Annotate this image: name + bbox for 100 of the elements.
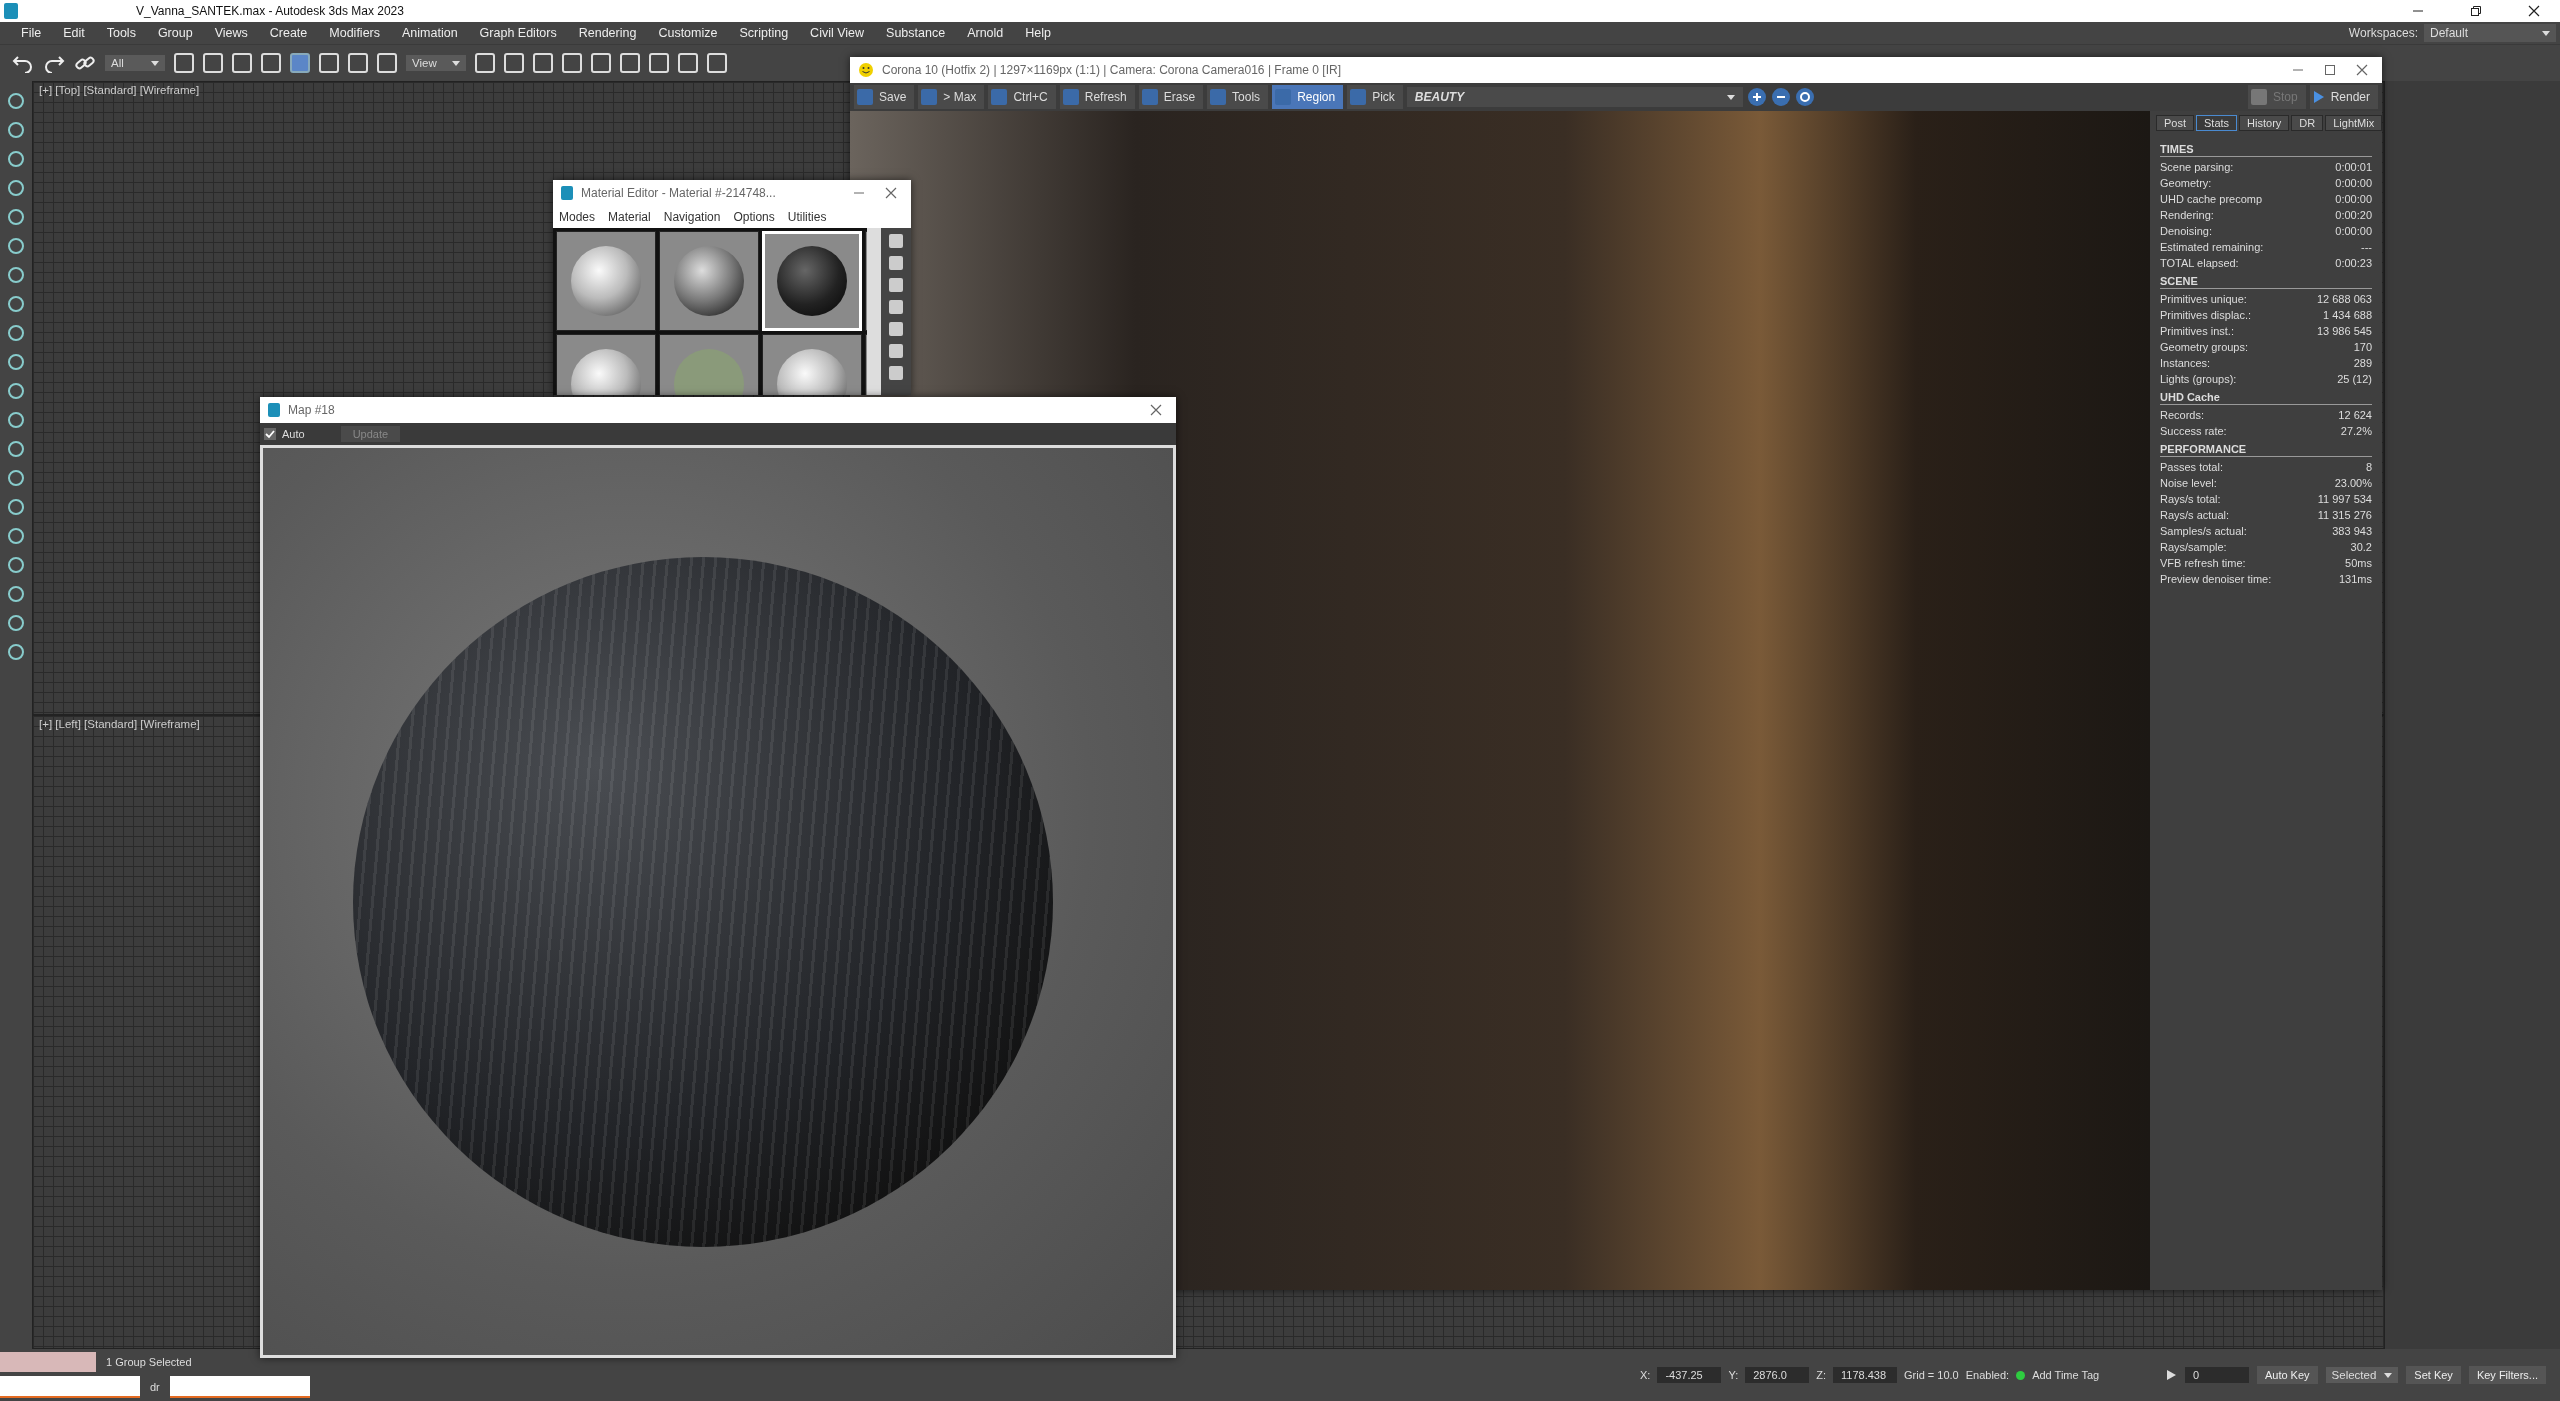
undo-icon[interactable]: [12, 53, 34, 73]
menu-item[interactable]: Graph Editors: [468, 26, 568, 40]
material-slot[interactable]: [556, 231, 656, 331]
close-icon[interactable]: [2528, 5, 2540, 17]
menu-item[interactable]: Scripting: [728, 26, 800, 40]
panel-tab[interactable]: DR: [2291, 115, 2324, 131]
menu-item[interactable]: Arnold: [956, 26, 1015, 40]
coordinate-field[interactable]: 1178.438: [1833, 1367, 1897, 1383]
zoom-in-icon[interactable]: [1746, 87, 1767, 107]
zoom-out-icon[interactable]: [1770, 87, 1791, 107]
menu-item[interactable]: File: [10, 26, 53, 40]
tool-icon[interactable]: [8, 267, 24, 283]
menu-item[interactable]: Create: [258, 26, 319, 40]
toolbar-button[interactable]: Region: [1272, 85, 1344, 109]
channel-dropdown[interactable]: BEAUTY: [1406, 87, 1743, 107]
window-title: Material Editor - Material #-214748...: [581, 186, 776, 200]
coordinate-field[interactable]: 2876.0: [1745, 1367, 1810, 1383]
frame-field[interactable]: 0: [2184, 1367, 2249, 1383]
viewport-label[interactable]: [+] [Top] [Standard] [Wireframe]: [39, 84, 200, 96]
tool-icon[interactable]: [8, 644, 24, 660]
key-mode-dropdown[interactable]: Selected: [2325, 1367, 2399, 1383]
render-button[interactable]: Render: [2309, 85, 2378, 109]
toolbar-button[interactable]: Tools: [1207, 85, 1269, 109]
tool-icon[interactable]: [8, 238, 24, 254]
tool-icon[interactable]: [8, 354, 24, 370]
menu-item[interactable]: Rendering: [567, 26, 648, 40]
taskbar-window-button[interactable]: [169, 1376, 310, 1398]
workspace-dropdown[interactable]: Default: [2424, 24, 2556, 42]
toolbar-button[interactable]: Pick: [1347, 85, 1403, 109]
taskbar-label: dr: [150, 1381, 160, 1393]
auto-key-button[interactable]: Auto Key: [2256, 1366, 2318, 1384]
key-filters-button[interactable]: Key Filters...: [2468, 1366, 2546, 1384]
panel-tab[interactable]: Stats: [2196, 115, 2238, 131]
play-icon[interactable]: [2164, 1369, 2177, 1381]
tool-icon[interactable]: [8, 470, 24, 486]
coordinate-field[interactable]: -437.25: [1657, 1367, 1722, 1383]
menu-item[interactable]: Options: [733, 210, 775, 224]
stat-label: Geometry:: [2160, 176, 2212, 191]
panel-tab[interactable]: LightMix: [2325, 115, 2383, 131]
toolbar-button[interactable]: > Max: [918, 85, 985, 109]
tool-icon[interactable]: [8, 325, 24, 341]
toolbar-button[interactable]: Refresh: [1059, 85, 1135, 109]
menu-item[interactable]: Edit: [52, 26, 96, 40]
menu-item[interactable]: Navigation: [663, 210, 721, 224]
stat-value: 1 434 688: [2323, 308, 2372, 323]
toolbar-button[interactable]: Save: [854, 85, 915, 109]
set-key-button[interactable]: Set Key: [2406, 1366, 2461, 1384]
tool-icon[interactable]: [8, 615, 24, 631]
menu-item[interactable]: Modes: [559, 210, 596, 224]
tool-icon[interactable]: [8, 528, 24, 544]
menu-item[interactable]: Modifiers: [318, 26, 391, 40]
menu-item[interactable]: Views: [203, 26, 259, 40]
stat-label: Scene parsing:: [2160, 160, 2234, 175]
menu-item[interactable]: Group: [146, 26, 204, 40]
toolbar-button[interactable]: Erase: [1138, 85, 1204, 109]
enabled-label: Enabled:: [1965, 1369, 2010, 1381]
maximize-icon[interactable]: [2324, 64, 2336, 76]
tool-icon[interactable]: [8, 209, 24, 225]
tool-icon[interactable]: [8, 93, 24, 109]
workspaces-label: Workspaces:: [2348, 26, 2418, 40]
tool-icon[interactable]: [8, 151, 24, 167]
tool-icon[interactable]: [8, 383, 24, 399]
stat-label: Estimated remaining:: [2160, 240, 2264, 255]
panel-tab[interactable]: History: [2239, 115, 2290, 131]
caret-icon: [151, 60, 159, 66]
restore-icon[interactable]: [2470, 5, 2482, 17]
auto-checkbox[interactable]: [264, 428, 276, 440]
menu-item[interactable]: Help: [1014, 26, 1062, 40]
menu-item[interactable]: Tools: [95, 26, 147, 40]
selection-filter-dropdown[interactable]: All: [105, 55, 165, 71]
menu-item[interactable]: Customize: [647, 26, 729, 40]
stat-label: Rays/s actual:: [2160, 508, 2230, 523]
menu-item[interactable]: Substance: [875, 26, 957, 40]
menu-item[interactable]: Animation: [391, 26, 469, 40]
tool-icon[interactable]: [8, 122, 24, 138]
tool-icon[interactable]: [8, 296, 24, 312]
tool-icon[interactable]: [8, 586, 24, 602]
menu-item[interactable]: Utilities: [787, 210, 827, 224]
tool-icon[interactable]: [8, 557, 24, 573]
panel-tab[interactable]: Post: [2156, 115, 2194, 131]
stat-value: 383 943: [2332, 524, 2372, 539]
viewport-label[interactable]: [+] [Left] [Standard] [Wireframe]: [39, 718, 200, 730]
redo-icon[interactable]: [43, 53, 65, 73]
stat-label: Noise level:: [2160, 476, 2217, 491]
reference-coordinate-dropdown[interactable]: View: [406, 55, 466, 71]
zoom-fit-icon[interactable]: [1794, 87, 1815, 107]
stat-value: 23.00%: [2334, 476, 2372, 491]
toolbar-button[interactable]: Ctrl+C: [988, 85, 1056, 109]
menu-item[interactable]: Material: [608, 210, 651, 224]
menu-item[interactable]: Civil View: [799, 26, 876, 40]
tool-icon[interactable]: [8, 412, 24, 428]
section-heading: TIMES: [2160, 143, 2372, 157]
tool-icon[interactable]: [8, 499, 24, 515]
add-time-tag-link[interactable]: Add Time Tag: [2032, 1369, 2100, 1381]
taskbar-window-button[interactable]: [0, 1376, 140, 1398]
tool-icon[interactable]: [8, 180, 24, 196]
scrollbar[interactable]: [867, 228, 881, 395]
tool-icon[interactable]: [8, 441, 24, 457]
material-slot[interactable]: [659, 231, 759, 331]
script-listener-field[interactable]: [0, 1352, 96, 1372]
